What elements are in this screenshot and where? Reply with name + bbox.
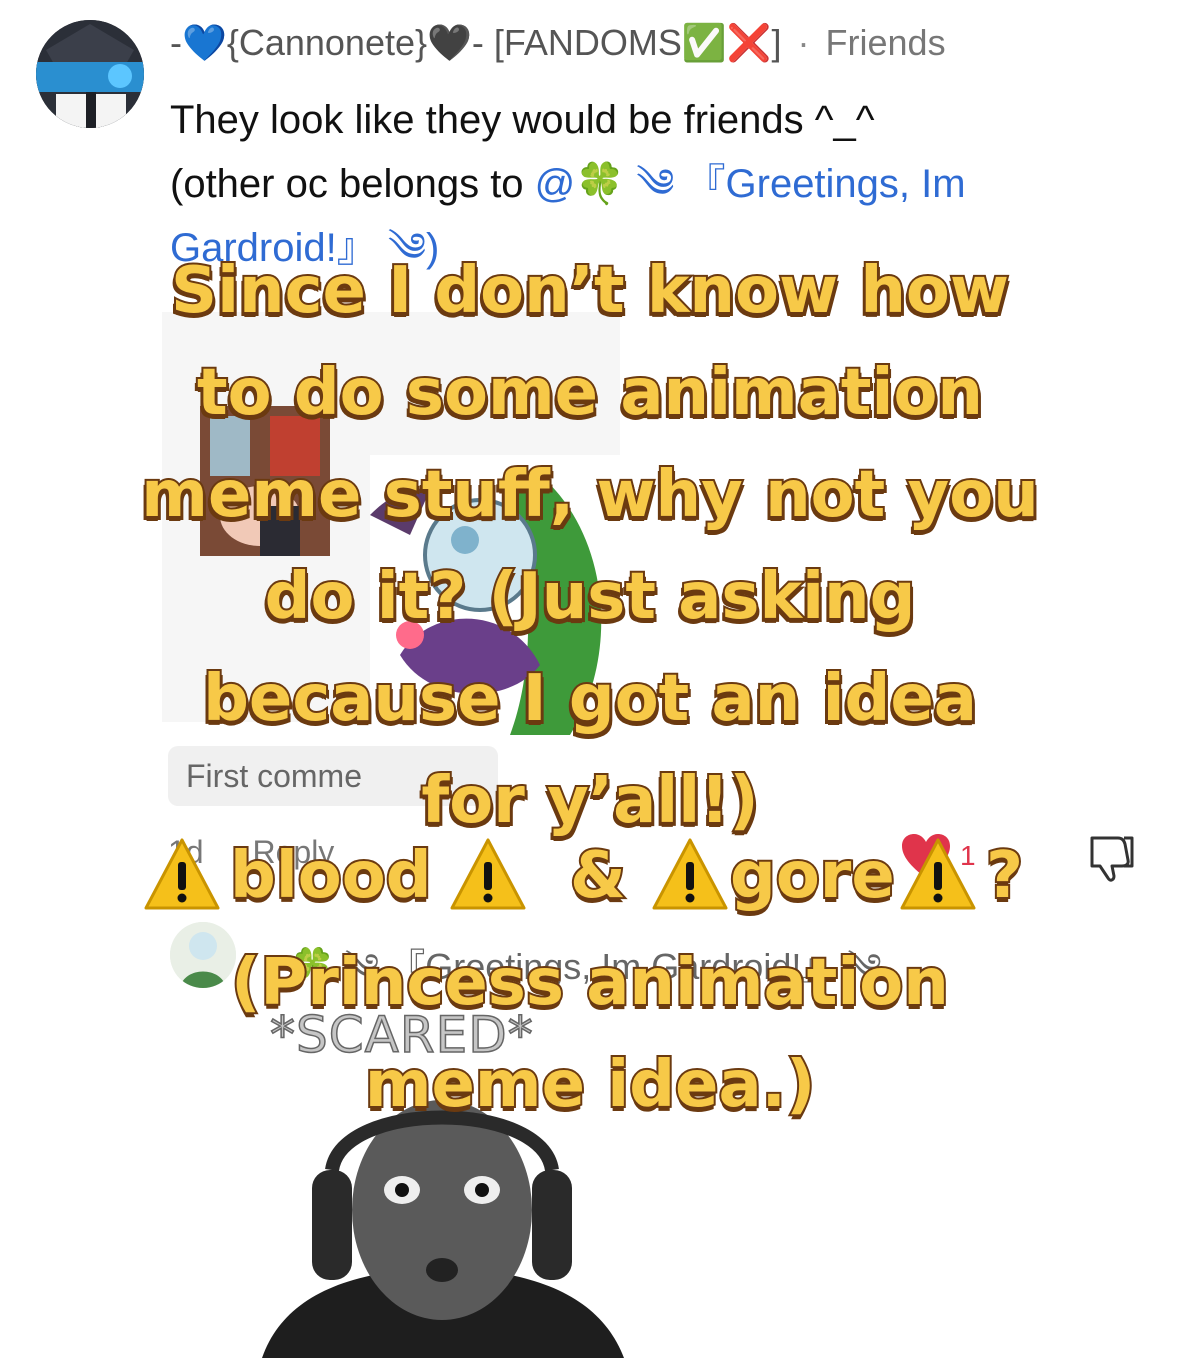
warning-icon bbox=[900, 838, 976, 910]
warning-icon bbox=[144, 838, 220, 910]
warning-question: ? bbox=[984, 837, 1025, 915]
comment-line-1: They look like they would be friends ^_^ bbox=[170, 98, 875, 142]
avatar-art bbox=[36, 20, 144, 128]
commenter-avatar[interactable] bbox=[36, 20, 144, 128]
overlay-text-2: (Princess animation meme idea.) bbox=[60, 932, 1120, 1136]
relation-label: Friends bbox=[825, 22, 946, 63]
overlay-line: (Princess animation bbox=[229, 944, 951, 1022]
overlay-line: Since I don’t know how bbox=[169, 252, 1011, 330]
warning-word-gore: gore bbox=[728, 837, 897, 915]
author-name[interactable]: -💙{Cannonete}🖤- [FANDOMS✅❌] bbox=[170, 22, 782, 63]
overlay-line: meme idea.) bbox=[363, 1046, 817, 1124]
scared-meme-photo bbox=[262, 1100, 624, 1358]
warning-icon bbox=[652, 838, 728, 910]
content-warning-line: blood & gore ? bbox=[140, 830, 1040, 922]
warning-ampersand: & bbox=[568, 837, 628, 915]
warning-icon bbox=[450, 838, 526, 910]
comment-line-2-prefix: (other oc belongs to bbox=[170, 162, 535, 206]
overlay-text: Since I don’t know how to do some animat… bbox=[60, 240, 1120, 852]
comment-header: -💙{Cannonete}🖤- [FANDOMS✅❌] · Friends bbox=[170, 22, 946, 64]
warning-word-blood: blood bbox=[228, 837, 433, 915]
overlay-line: to do some animation bbox=[195, 354, 985, 432]
overlay-line: because I got an idea bbox=[201, 660, 979, 738]
separator-dot: · bbox=[797, 22, 810, 63]
overlay-line: meme stuff, why not you bbox=[139, 456, 1041, 534]
overlay-line: do it? (Just asking bbox=[263, 558, 918, 636]
